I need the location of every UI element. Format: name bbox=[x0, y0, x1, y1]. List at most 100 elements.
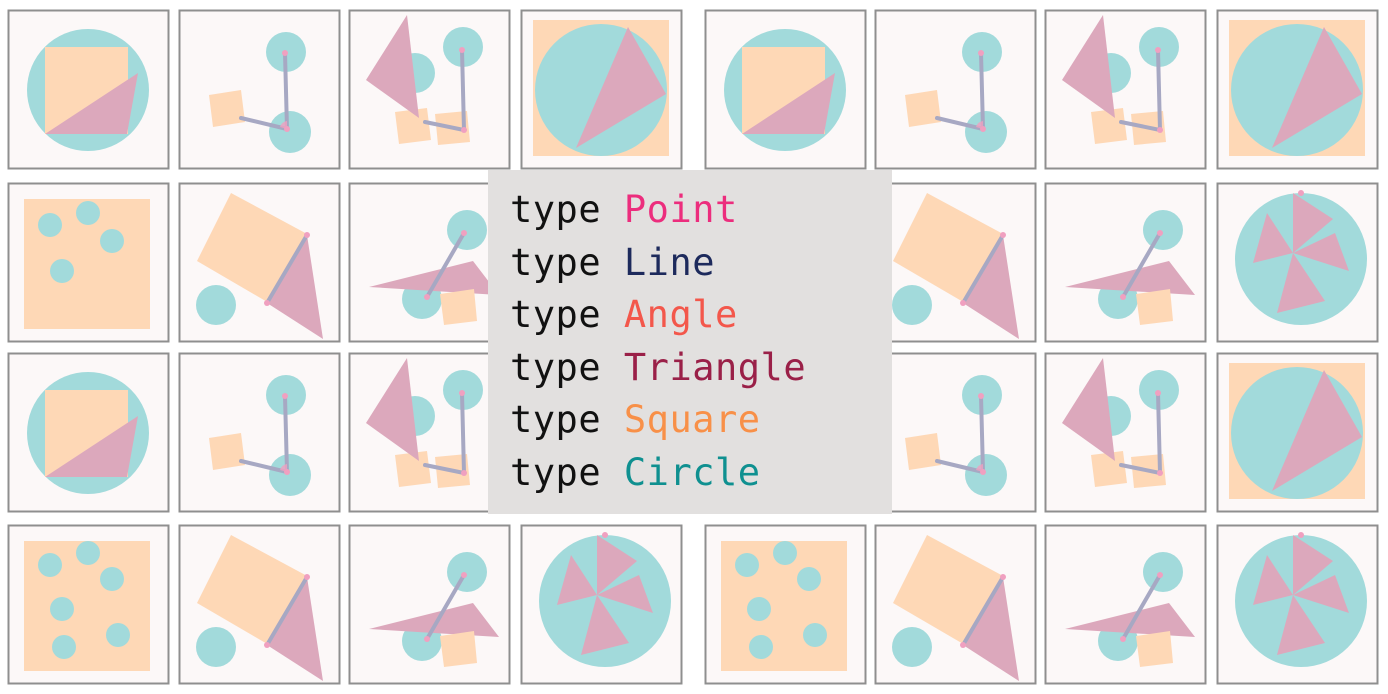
tile-frame bbox=[1044, 9, 1207, 170]
type-name-point: Point bbox=[623, 188, 738, 231]
geometry-tile bbox=[348, 352, 511, 513]
geometry-tile bbox=[348, 9, 511, 170]
point-marker bbox=[461, 470, 467, 476]
point-marker bbox=[978, 50, 984, 56]
point-marker bbox=[424, 294, 430, 300]
tile-frame bbox=[1044, 182, 1207, 343]
keyword: type bbox=[510, 450, 602, 494]
point-marker bbox=[980, 126, 986, 132]
point-marker bbox=[1120, 294, 1126, 300]
geometry-tile bbox=[348, 524, 511, 685]
circle-shape bbox=[196, 285, 236, 325]
circle-shape bbox=[76, 541, 100, 565]
geometry-tile bbox=[7, 182, 170, 343]
point-marker bbox=[459, 47, 465, 53]
geometry-tile bbox=[1044, 182, 1207, 343]
geometry-tile bbox=[7, 352, 170, 513]
circle-shape bbox=[38, 213, 62, 237]
tile-frame bbox=[178, 352, 341, 513]
geometry-tile bbox=[874, 182, 1037, 343]
code-line-point: type Point bbox=[510, 184, 892, 237]
circle-shape bbox=[749, 635, 773, 659]
point-marker bbox=[1157, 572, 1163, 578]
point-marker bbox=[461, 127, 467, 133]
geometry-tile bbox=[520, 524, 683, 685]
line-segment bbox=[460, 48, 466, 132]
tile-frame bbox=[348, 352, 511, 513]
point-marker bbox=[1155, 390, 1161, 396]
point-marker bbox=[980, 469, 986, 475]
geometry-tile bbox=[874, 9, 1037, 170]
circle-shape bbox=[106, 623, 130, 647]
line-segment bbox=[283, 51, 289, 131]
geometry-tile bbox=[7, 9, 170, 170]
point-marker bbox=[978, 393, 984, 399]
tile-frame bbox=[348, 9, 511, 170]
line-segment bbox=[1156, 48, 1162, 132]
geometry-tile bbox=[178, 352, 341, 513]
type-name-circle: Circle bbox=[623, 450, 761, 494]
circle-shape bbox=[1143, 552, 1183, 592]
keyword: type bbox=[510, 188, 602, 231]
keyword: type bbox=[510, 240, 602, 284]
type-name-square: Square bbox=[623, 398, 761, 442]
circle-shape bbox=[100, 567, 124, 591]
code-line-triangle: type Triangle bbox=[510, 342, 892, 395]
geometry-tile bbox=[1216, 524, 1379, 685]
tile-figure bbox=[24, 199, 150, 329]
tile-frame bbox=[1044, 524, 1207, 685]
point-marker bbox=[960, 300, 966, 306]
geometry-tile bbox=[348, 182, 511, 343]
square-shape bbox=[905, 433, 941, 470]
tile-figure bbox=[724, 29, 846, 151]
geometry-tile bbox=[520, 9, 683, 170]
circle-shape bbox=[447, 210, 487, 250]
point-marker bbox=[1157, 470, 1163, 476]
tile-frame bbox=[348, 524, 511, 685]
geometry-tile bbox=[1044, 524, 1207, 685]
geometry-tile bbox=[874, 524, 1037, 685]
circle-shape bbox=[892, 627, 932, 667]
geometry-tile bbox=[1216, 9, 1379, 170]
line-segment bbox=[283, 394, 289, 474]
point-marker bbox=[461, 572, 467, 578]
code-line-square: type Square bbox=[510, 394, 892, 447]
circle-shape bbox=[100, 229, 124, 253]
geometry-tile bbox=[1044, 352, 1207, 513]
tile-frame bbox=[874, 9, 1037, 170]
keyword: type bbox=[510, 293, 602, 337]
circle-shape bbox=[747, 597, 771, 621]
code-line-angle: type Angle bbox=[510, 289, 892, 342]
square-shape bbox=[440, 631, 477, 667]
type-name-triangle: Triangle bbox=[623, 345, 807, 389]
point-marker bbox=[1120, 636, 1126, 642]
circle-shape bbox=[803, 623, 827, 647]
square-shape bbox=[209, 433, 245, 470]
tile-figure bbox=[721, 541, 847, 671]
square-shape bbox=[1136, 289, 1173, 325]
square-shape bbox=[1136, 631, 1173, 667]
point-marker bbox=[304, 232, 310, 238]
circle-shape bbox=[50, 259, 74, 283]
point-marker bbox=[282, 50, 288, 56]
geometry-tile bbox=[1216, 182, 1379, 343]
point-marker bbox=[459, 390, 465, 396]
circle-shape bbox=[447, 552, 487, 592]
circle-shape bbox=[892, 285, 932, 325]
square-shape bbox=[905, 90, 941, 127]
point-marker bbox=[284, 126, 290, 132]
point-marker bbox=[1000, 574, 1006, 580]
circle-shape bbox=[773, 541, 797, 565]
geometry-tile bbox=[178, 9, 341, 170]
point-marker bbox=[424, 636, 430, 642]
code-line-line: type Line bbox=[510, 237, 892, 290]
tile-figure bbox=[27, 372, 149, 494]
circle-shape bbox=[1143, 210, 1183, 250]
point-marker bbox=[602, 532, 608, 538]
point-marker bbox=[264, 300, 270, 306]
keyword: type bbox=[510, 345, 602, 389]
keyword: type bbox=[510, 398, 602, 442]
line-segment bbox=[1156, 391, 1162, 475]
tile-figure bbox=[1229, 20, 1365, 156]
circle-shape bbox=[196, 627, 236, 667]
